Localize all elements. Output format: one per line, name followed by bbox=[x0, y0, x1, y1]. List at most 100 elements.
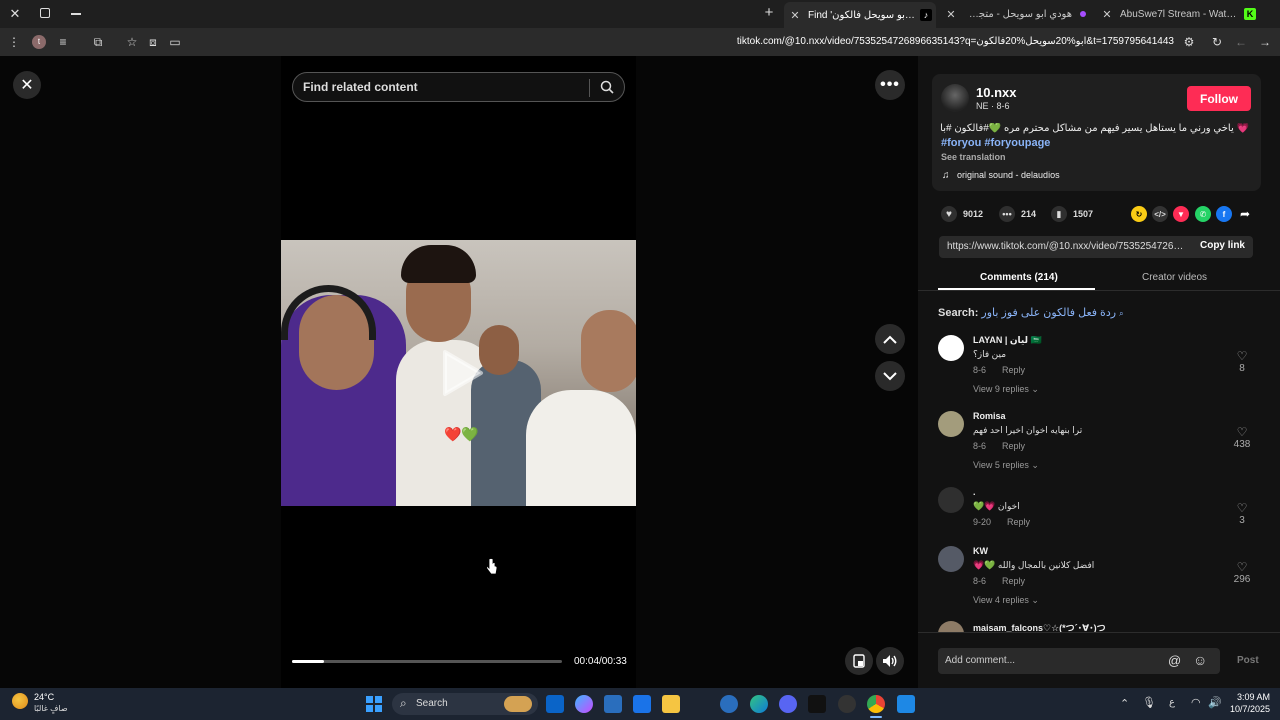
save-stat[interactable]: ▮ 1507 bbox=[1051, 206, 1093, 222]
address-bar[interactable]: tiktok.com/@10.nxx/video/753525472689663… bbox=[737, 36, 1174, 47]
comment-author[interactable]: maisam_falcons♡☆(*つ´･∀･)つ bbox=[973, 621, 1106, 632]
menu-dots-icon[interactable]: ⋮ bbox=[6, 34, 22, 50]
post-comment-button[interactable]: Post bbox=[1237, 655, 1259, 666]
close-window-icon[interactable]: ✕ bbox=[8, 7, 22, 21]
comment-like[interactable]: ♡ 296 bbox=[1230, 560, 1254, 585]
mention-icon[interactable]: @ bbox=[1168, 653, 1181, 668]
video-hashtags[interactable]: #foryou #foryoupage bbox=[941, 137, 1050, 149]
author-avatar[interactable] bbox=[941, 84, 969, 112]
play-button-icon[interactable] bbox=[441, 348, 485, 398]
repost-icon[interactable]: ↻ bbox=[1131, 206, 1147, 222]
extensions-icon[interactable]: ⧉ bbox=[90, 34, 106, 50]
wifi-icon[interactable]: ◠ bbox=[1191, 696, 1201, 709]
floating-player-button[interactable] bbox=[845, 647, 873, 675]
comment-avatar[interactable] bbox=[938, 411, 964, 437]
search-suggestion[interactable]: Search: ردة فعل فالكون على فوز باور ⌕ bbox=[938, 306, 1124, 319]
site-settings-icon[interactable]: ⚙ bbox=[1181, 34, 1197, 50]
new-tab-icon[interactable]: + bbox=[762, 5, 776, 20]
comment-author[interactable]: KW bbox=[973, 546, 988, 556]
edge-dev-icon[interactable] bbox=[720, 695, 738, 713]
comment-like[interactable]: ♡ 438 bbox=[1230, 425, 1254, 450]
chrome-icon[interactable] bbox=[867, 695, 885, 713]
game-icon[interactable] bbox=[808, 695, 826, 713]
follow-button[interactable]: Follow bbox=[1187, 86, 1251, 111]
author-username[interactable]: 10.nxx bbox=[976, 85, 1016, 100]
copilot-icon[interactable] bbox=[575, 695, 593, 713]
reading-list-icon[interactable]: ≡ bbox=[55, 34, 71, 50]
edge-icon[interactable] bbox=[750, 695, 768, 713]
view-replies-button[interactable]: View 4 replies ⌄ bbox=[973, 595, 1039, 606]
comment-author[interactable]: LAYAN | ليان 🇸🇦 bbox=[973, 335, 1042, 346]
clock-time[interactable]: 3:09 AM bbox=[1226, 692, 1270, 702]
tab-store[interactable]: ✕ هودي ابو سويحل - متجر فيو فايف bbox=[944, 3, 1096, 25]
profile-avatar[interactable]: t bbox=[32, 35, 46, 49]
search-icon[interactable] bbox=[600, 80, 614, 94]
share-arrow-icon[interactable]: ➦ bbox=[1237, 206, 1253, 222]
comment-text: 💚💗 اخوان bbox=[973, 501, 1020, 511]
photos-icon[interactable] bbox=[897, 695, 915, 713]
restore-window-icon[interactable] bbox=[40, 8, 50, 18]
embed-icon[interactable]: </> bbox=[1152, 206, 1168, 222]
bookmark-star-icon[interactable]: ☆ bbox=[124, 34, 140, 50]
outlook-icon[interactable] bbox=[546, 695, 564, 713]
start-button[interactable] bbox=[366, 696, 382, 712]
reply-button[interactable]: Reply bbox=[1007, 517, 1030, 527]
reply-button[interactable]: Reply bbox=[1002, 576, 1025, 586]
comment-avatar[interactable] bbox=[938, 487, 964, 513]
tab-tiktok-search[interactable]: ✕ Find 'ابو سويحل فالكون' on TikTok ♪ bbox=[784, 2, 936, 28]
weather-widget[interactable]: 24°C صافٍ غالبًا bbox=[12, 692, 92, 716]
input-language[interactable]: ع bbox=[1169, 697, 1175, 708]
taskbar-search[interactable]: ⌕ Search bbox=[392, 693, 538, 715]
forward-icon[interactable]: ← bbox=[1233, 34, 1249, 50]
like-stat[interactable]: ♥ 9012 bbox=[941, 206, 983, 222]
overlay-emoji: ❤️💚 bbox=[444, 426, 479, 442]
see-translation-link[interactable]: See translation bbox=[941, 152, 1006, 162]
cast-icon[interactable]: ▭ bbox=[167, 34, 183, 50]
comment-author[interactable]: . bbox=[973, 487, 976, 497]
tab-abuswe7l-stream[interactable]: ✕ AbuSwe7l Stream - Watch Live K bbox=[1100, 3, 1270, 25]
reply-button[interactable]: Reply bbox=[1002, 441, 1025, 451]
reload-icon[interactable]: ↻ bbox=[1209, 34, 1225, 50]
video-progress-track[interactable] bbox=[292, 660, 562, 663]
comment-avatar[interactable] bbox=[938, 621, 964, 632]
view-replies-button[interactable]: View 9 replies ⌄ bbox=[973, 384, 1039, 395]
tab-close-icon[interactable]: ✕ bbox=[788, 9, 802, 22]
whatsapp-icon[interactable]: ✆ bbox=[1195, 206, 1211, 222]
collections-icon[interactable]: ⧈ bbox=[145, 34, 161, 50]
tab-close-icon[interactable]: ✕ bbox=[1100, 8, 1114, 21]
copy-link-button[interactable]: Copy link bbox=[1200, 240, 1245, 251]
view-replies-button[interactable]: View 5 replies ⌄ bbox=[973, 460, 1039, 471]
tab-creator-videos[interactable]: Creator videos bbox=[1142, 272, 1207, 283]
comment-avatar[interactable] bbox=[938, 546, 964, 572]
find-related-search[interactable]: Find related content bbox=[292, 72, 625, 102]
comment-like[interactable]: ♡ 3 bbox=[1230, 501, 1254, 526]
discord-icon[interactable] bbox=[779, 695, 797, 713]
tab-comments[interactable]: Comments (214) bbox=[980, 272, 1058, 283]
clock-date[interactable]: 10/7/2025 bbox=[1220, 704, 1270, 714]
comment-like[interactable]: ♡ 8 bbox=[1230, 349, 1254, 374]
minimize-window-icon[interactable] bbox=[71, 13, 81, 15]
send-to-friends-icon[interactable]: ▼ bbox=[1173, 206, 1189, 222]
comment-author[interactable]: Romisa bbox=[973, 411, 1006, 421]
volume-button[interactable] bbox=[876, 647, 904, 675]
emoji-icon[interactable]: ☺ bbox=[1193, 652, 1207, 668]
file-explorer-icon[interactable] bbox=[662, 695, 680, 713]
previous-video-button[interactable] bbox=[875, 324, 905, 354]
sound-name[interactable]: original sound - delaudios bbox=[957, 170, 1060, 180]
comment-stat[interactable]: ••• 214 bbox=[999, 206, 1036, 222]
obs-icon[interactable] bbox=[838, 695, 856, 713]
back-icon[interactable]: → bbox=[1257, 34, 1273, 50]
tab-close-icon[interactable]: ✕ bbox=[944, 8, 958, 21]
store-icon[interactable] bbox=[633, 695, 651, 713]
comment-avatar[interactable] bbox=[938, 335, 964, 361]
reply-button[interactable]: Reply bbox=[1002, 365, 1025, 375]
defender-icon[interactable] bbox=[604, 695, 622, 713]
tray-chevron-icon[interactable]: ⌃ bbox=[1120, 697, 1129, 710]
video-frame[interactable]: ❤️💚 bbox=[281, 240, 636, 506]
microphone-icon[interactable]: 🎙 bbox=[1142, 696, 1156, 709]
close-viewer-button[interactable]: ✕ bbox=[13, 71, 41, 99]
facebook-icon[interactable]: f bbox=[1216, 206, 1232, 222]
add-comment-input[interactable]: Add comment... @ ☺ bbox=[938, 648, 1220, 674]
more-options-button[interactable]: ••• bbox=[875, 70, 905, 100]
next-video-button[interactable] bbox=[875, 361, 905, 391]
